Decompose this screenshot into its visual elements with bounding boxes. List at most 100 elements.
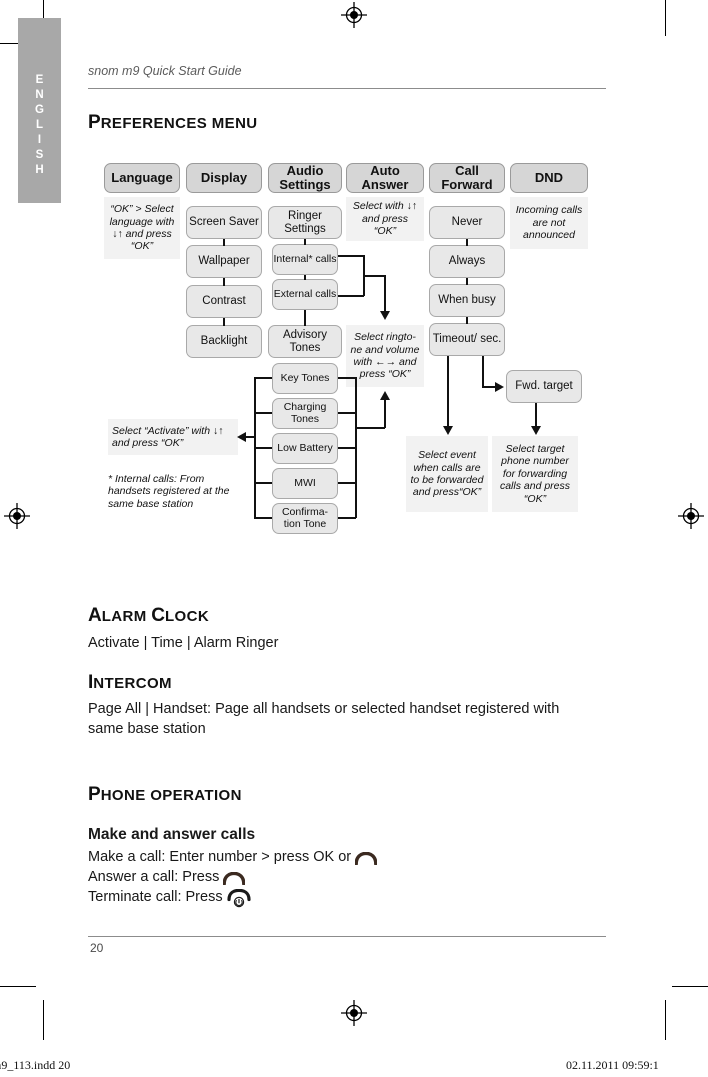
language-tab-letter: E — [35, 74, 44, 86]
bracket-internal-h — [338, 255, 364, 257]
connector-audio-1 — [304, 239, 306, 245]
menu-header-auto-answer[interactable]: Auto Answer — [346, 163, 424, 193]
bracket-external-h — [338, 295, 364, 297]
menu-item-charging-tones[interactable]: Charging Tones — [272, 398, 338, 429]
bracket-charging-tones-r — [338, 412, 356, 414]
footnote-internal-calls-text: * Internal calls: From handsets register… — [108, 473, 230, 510]
handset-answer-icon — [223, 871, 246, 885]
menu-header-language[interactable]: Language — [104, 163, 180, 193]
connector-display-2 — [223, 278, 225, 286]
menu-header-audio-settings-label: Audio Settings — [279, 163, 331, 192]
crop-mark-bottom-right-v — [665, 1000, 666, 1040]
arrow-to-ringtone-note-up — [380, 391, 390, 400]
alarm-heading-rest2: LOCK — [164, 608, 210, 625]
note-forward-event-text: Select event when calls are to be forwar… — [410, 449, 484, 499]
menu-item-ringer-settings-label: Ringer Settings — [284, 209, 326, 235]
note-forward-target: Select target phone number for forwardin… — [492, 436, 578, 512]
connector-cf-3 — [466, 317, 468, 324]
section-heading-intercom: INTERCOM — [88, 673, 172, 692]
registration-mark-bottom — [341, 1000, 367, 1026]
bracket-mwi-r — [338, 482, 356, 484]
note-ringtone-text: Select ringto-ne and volume with ←→ and … — [350, 331, 420, 381]
note-language-text: “OK” > Select language with ↓↑ and press… — [109, 203, 175, 253]
bracket-key-tones-r — [338, 377, 356, 379]
menu-item-wallpaper[interactable]: Wallpaper — [186, 245, 262, 278]
phone-operation-instructions: Make a call: Enter number > press OK or … — [88, 848, 608, 908]
alarm-heading-rest: LARM — [101, 608, 152, 625]
arrow-to-ringtone-note — [380, 311, 390, 320]
registration-mark-top — [341, 2, 367, 28]
arrow-to-forward-event-note — [443, 426, 453, 435]
running-head-rule — [88, 88, 606, 89]
note-forward-target-text: Select target phone number for forwardin… — [499, 442, 571, 505]
menu-item-confirmation-tone[interactable]: Confirma- tion Tone — [272, 503, 338, 534]
connector-cf-2 — [466, 278, 468, 285]
menu-item-internal-calls[interactable]: Internal* calls — [272, 244, 338, 275]
alarm-clock-body: Activate | Time | Alarm Ringer — [88, 635, 279, 651]
language-tab: E N G L I S H — [18, 18, 61, 203]
connector-display-3 — [223, 318, 225, 326]
bracket-confirmation-l — [254, 517, 272, 519]
bracket-tones-left-v — [254, 377, 256, 518]
menu-item-backlight-label: Backlight — [200, 335, 248, 348]
menu-item-low-battery[interactable]: Low Battery — [272, 433, 338, 464]
menu-header-dnd[interactable]: DND — [510, 163, 588, 193]
instruction-terminate-call: Terminate call: Press — [88, 888, 608, 908]
language-tab-letter: S — [35, 149, 44, 161]
bracket-tones-right-v — [355, 377, 357, 518]
alarm-heading-initial: A — [88, 605, 102, 626]
registration-mark-left — [4, 503, 30, 529]
menu-header-audio-settings[interactable]: Audio Settings — [268, 163, 342, 193]
menu-header-display[interactable]: Display — [186, 163, 262, 193]
registration-mark-right — [678, 503, 704, 529]
menu-item-charging-tones-label: Charging Tones — [283, 400, 327, 425]
menu-item-contrast-label: Contrast — [202, 295, 246, 308]
language-tab-letter: L — [35, 119, 44, 131]
menu-item-always-label: Always — [448, 255, 486, 268]
bracket-calls-arrow-stem — [384, 275, 386, 312]
bracket-low-battery-r — [338, 447, 356, 449]
menu-item-screen-saver[interactable]: Screen Saver — [186, 206, 262, 239]
menu-item-always[interactable]: Always — [429, 245, 505, 278]
menu-header-display-label: Display — [200, 170, 248, 185]
menu-header-dnd-label: DND — [534, 170, 564, 185]
language-tab-letter: I — [37, 134, 42, 146]
menu-item-key-tones[interactable]: Key Tones — [272, 363, 338, 394]
arrow-to-fwd-target — [495, 382, 504, 392]
section-heading-phone-operation: PHONE OPERATION — [88, 785, 242, 804]
connector-timeout-to-event — [447, 356, 449, 427]
menu-item-fwd-target[interactable]: Fwd. target — [506, 370, 582, 403]
intercom-heading-rest: NTERCOM — [93, 675, 172, 692]
bracket-calls-to-arrow — [363, 275, 385, 277]
menu-item-contrast[interactable]: Contrast — [186, 285, 262, 318]
page-title-initial: P — [88, 112, 101, 133]
note-dnd: Incoming calls are not announced — [510, 197, 588, 249]
page-title: PREFERENCES MENU — [88, 113, 258, 132]
menu-item-ringer-settings[interactable]: Ringer Settings — [268, 206, 342, 239]
instruction-answer-call: Answer a call: Press — [88, 868, 608, 888]
menu-item-external-calls[interactable]: External calls — [272, 279, 338, 310]
menu-item-backlight[interactable]: Backlight — [186, 325, 262, 358]
menu-item-advisory-tones-label: Advisory Tones — [282, 328, 328, 354]
menu-item-when-busy[interactable]: When busy — [429, 284, 505, 317]
menu-item-wallpaper-label: Wallpaper — [198, 255, 250, 268]
connector-audio-2 — [304, 275, 306, 280]
menu-item-screen-saver-label: Screen Saver — [189, 216, 259, 229]
page-title-rest: REFERENCES MENU — [100, 115, 258, 132]
phone-heading-rest: HONE OPERATION — [100, 787, 242, 804]
footer-filename: m9_113.indd 20 — [0, 1058, 71, 1072]
menu-header-call-forward[interactable]: Call Forward — [429, 163, 505, 193]
note-language: “OK” > Select language with ↓↑ and press… — [104, 197, 180, 259]
connector-cf-1 — [466, 239, 468, 246]
section-heading-alarm-clock: ALARM CLOCK — [88, 606, 209, 625]
menu-item-never[interactable]: Never — [429, 206, 505, 239]
subsection-heading-make-answer-calls: Make and answer calls — [88, 826, 256, 843]
menu-header-language-label: Language — [111, 170, 173, 185]
menu-item-confirmation-tone-label: Confirma- tion Tone — [281, 505, 329, 530]
preferences-menu-diagram: Language Display Audio Settings Auto Ans… — [100, 155, 600, 550]
menu-item-timeout-sec[interactable]: Timeout/ sec. — [429, 323, 505, 356]
bracket-confirmation-r — [338, 517, 356, 519]
note-dnd-text: Incoming calls are not announced — [515, 204, 583, 242]
menu-item-mwi[interactable]: MWI — [272, 468, 338, 499]
menu-item-advisory-tones[interactable]: Advisory Tones — [268, 325, 342, 358]
